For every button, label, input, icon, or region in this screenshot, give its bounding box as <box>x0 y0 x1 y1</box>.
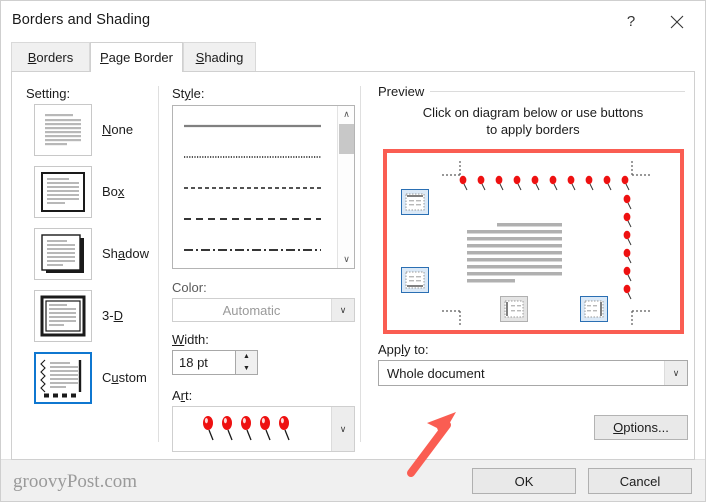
pushpin-art-icon <box>202 416 290 441</box>
bottom-border-toggle[interactable] <box>401 267 429 293</box>
preview-hint: Click on diagram below or use buttons to… <box>378 104 688 138</box>
tab-borders[interactable]: Borders <box>11 42 90 72</box>
style-line-samples <box>184 124 321 251</box>
setting-label-shadow: Shadow <box>102 246 149 261</box>
cancel-button-label: Cancel <box>619 473 661 489</box>
preview-group-label: Preview <box>378 84 430 99</box>
left-border-icon <box>504 300 524 318</box>
setting-label: Setting: <box>26 86 71 101</box>
width-value: 18 pt <box>179 355 208 370</box>
dialog-footer: groovyPost.com OK Cancel <box>1 459 705 501</box>
setting-option-shadow[interactable]: Shadow <box>34 228 154 290</box>
tab-shading[interactable]: Shading <box>183 42 256 72</box>
right-border-icon <box>584 300 604 318</box>
art-label: Art: <box>172 388 193 403</box>
column-divider-1 <box>158 86 159 442</box>
ok-button-label: OK <box>514 473 534 489</box>
preview-group-rule <box>430 91 685 92</box>
setting-option-none[interactable]: None <box>34 104 154 166</box>
setting-label-box: Box <box>102 184 125 199</box>
style-options <box>173 106 333 268</box>
art-border-top <box>459 175 630 191</box>
column-divider-2 <box>360 86 361 442</box>
setting-option-custom[interactable]: Custom <box>34 352 154 414</box>
chevron-down-icon[interactable]: ∨ <box>331 299 354 321</box>
setting-thumb-box <box>34 166 92 218</box>
preview-hint-line1: Click on diagram below or use buttons <box>422 105 644 120</box>
help-glyph: ? <box>626 13 636 30</box>
setting-label-none: None <box>102 122 134 137</box>
border-preview-diagram[interactable] <box>387 153 680 330</box>
dialog-title: Borders and Shading <box>12 12 151 28</box>
preview-diagram-graphic <box>442 161 650 325</box>
scroll-up-icon[interactable]: ∧ <box>338 106 355 123</box>
preview-hint-line2: to apply borders <box>486 122 580 137</box>
setting-thumb-3d <box>34 290 92 342</box>
chevron-down-icon[interactable]: ∨ <box>664 361 687 385</box>
spin-up-icon[interactable]: ▲ <box>236 351 257 362</box>
spin-down-icon[interactable]: ▼ <box>236 363 257 374</box>
tab-page-border[interactable]: Page Border <box>90 42 183 72</box>
style-scrollbar[interactable]: ∧ ∨ <box>337 106 354 268</box>
top-border-icon <box>405 193 425 211</box>
color-dropdown[interactable]: Automatic ∨ <box>172 298 355 322</box>
width-label: Width: <box>172 332 209 347</box>
apply-to-dropdown[interactable]: Whole document ∨ <box>378 360 688 386</box>
art-dropdown[interactable]: ∨ <box>172 406 355 452</box>
setting-thumb-shadow <box>34 228 92 280</box>
art-border-right <box>623 194 632 300</box>
tab-strip: Borders Page Border Shading <box>1 42 705 72</box>
style-listbox[interactable]: ∧ ∨ <box>172 105 355 269</box>
title-bar: Borders and Shading ? <box>1 1 705 42</box>
options-button[interactable]: Options... <box>594 415 688 440</box>
watermark: groovyPost.com <box>13 471 138 492</box>
borders-and-shading-dialog: Borders and Shading ? Borders Page Borde… <box>0 0 706 502</box>
left-border-toggle[interactable] <box>500 296 528 322</box>
ok-button[interactable]: OK <box>472 468 576 494</box>
setting-label-custom: Custom <box>102 370 147 385</box>
width-spin-buttons[interactable]: ▲ ▼ <box>235 350 258 375</box>
preview-highlight-box <box>383 149 684 334</box>
bottom-border-icon <box>405 271 425 289</box>
setting-thumb-none <box>34 104 92 156</box>
page-border-panel: Setting: None Box Shadow 3-D Custom Styl… <box>11 71 695 460</box>
color-label: Color: <box>172 280 207 295</box>
tab-seam-cover <box>91 70 182 73</box>
apply-to-label: Apply to: <box>378 342 429 357</box>
scrollbar-thumb[interactable] <box>339 124 354 154</box>
scroll-down-icon[interactable]: ∨ <box>338 251 355 268</box>
setting-option-box[interactable]: Box <box>34 166 154 228</box>
art-preview <box>173 407 330 451</box>
top-border-toggle[interactable] <box>401 189 429 215</box>
color-value: Automatic <box>222 302 281 318</box>
width-stepper[interactable]: 18 pt ▲ ▼ <box>172 350 258 375</box>
cancel-button[interactable]: Cancel <box>588 468 692 494</box>
tab-page-border-label: Page Border <box>100 50 173 65</box>
setting-option-3d[interactable]: 3-D <box>34 290 154 352</box>
setting-thumb-custom <box>34 352 92 404</box>
style-label: Style: <box>172 86 205 101</box>
chevron-down-icon[interactable]: ∨ <box>331 407 354 451</box>
help-icon[interactable]: ? <box>609 1 653 42</box>
close-icon[interactable] <box>655 1 699 42</box>
close-glyph <box>670 15 684 28</box>
setting-label-3d: 3-D <box>102 308 123 323</box>
tab-borders-label: Borders <box>27 50 74 65</box>
options-button-label: Options... <box>613 420 669 435</box>
right-border-toggle[interactable] <box>580 296 608 322</box>
tab-shading-label: Shading <box>195 50 244 65</box>
apply-to-value: Whole document <box>387 366 485 381</box>
